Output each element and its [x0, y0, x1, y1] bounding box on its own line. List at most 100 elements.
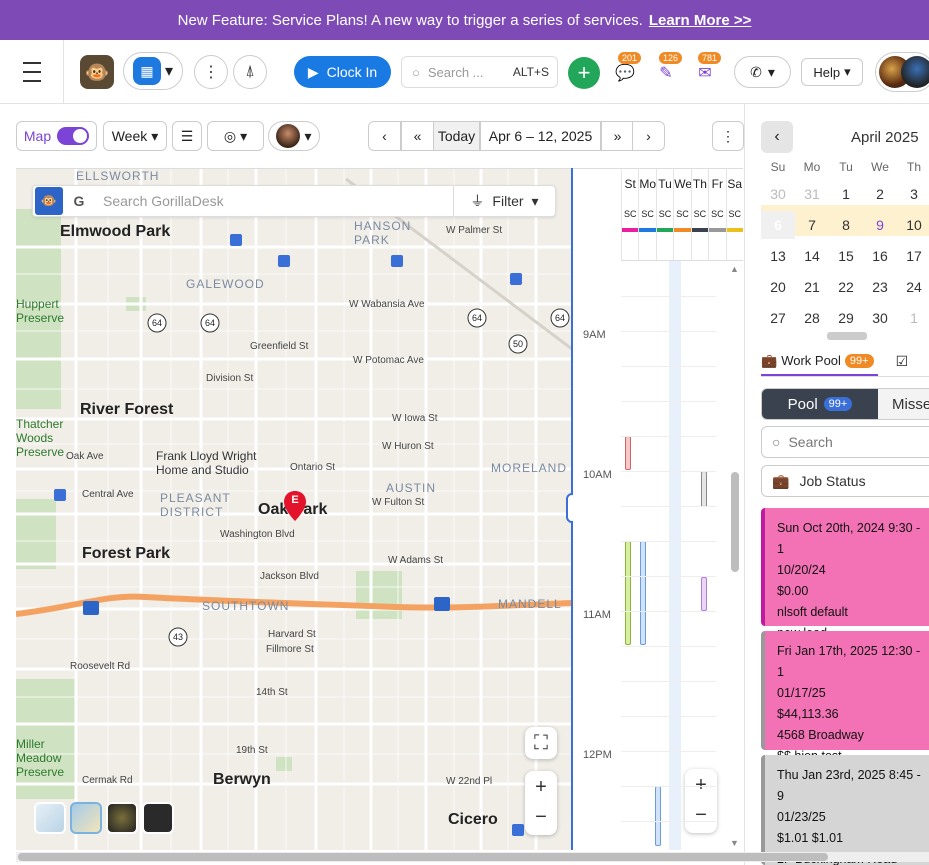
- map-zoom-control: + −: [525, 771, 557, 835]
- map-view[interactable]: 64 64 64 64 50 43 Elmwood Park River Forest Fo…: [16, 168, 572, 850]
- calendar-event[interactable]: [625, 436, 631, 470]
- job-card[interactable]: Sun Oct 20th, 2024 9:30 - 1 10/20/24 $0.…: [761, 508, 929, 640]
- clock-in-button[interactable]: ▶ Clock In: [294, 56, 391, 88]
- tab-work-pool[interactable]: 💼 Work Pool 99+: [761, 347, 878, 376]
- mini-calendar-day[interactable]: 13: [761, 248, 795, 264]
- mini-calendar-day[interactable]: 30: [863, 310, 897, 326]
- mini-calendar-day[interactable]: 30: [761, 186, 795, 202]
- view-select[interactable]: Week ▾: [103, 121, 167, 151]
- layout-icon[interactable]: ☰: [172, 121, 202, 151]
- calendar-scrollbar[interactable]: ▲ ▼: [729, 262, 741, 850]
- zoom-out-button[interactable]: −: [535, 803, 547, 835]
- mini-calendar-day[interactable]: 15: [829, 248, 863, 264]
- tasks-icon[interactable]: ✎ 126: [653, 52, 683, 88]
- calendar-day-header[interactable]: Fr SC: [708, 169, 726, 260]
- calendar-day-header[interactable]: Th SC: [690, 169, 709, 260]
- today-button[interactable]: Today: [433, 121, 480, 151]
- calendar-event[interactable]: [701, 471, 707, 507]
- map-place-label: Jackson Blvd: [260, 571, 319, 582]
- group-select[interactable]: ◎ ▾: [207, 121, 264, 151]
- next-fast-button[interactable]: »: [601, 121, 634, 151]
- mini-calendar-day[interactable]: 16: [863, 248, 897, 264]
- calendar-day-header[interactable]: St SC: [621, 169, 639, 260]
- mini-calendar-day[interactable]: 17: [897, 248, 929, 264]
- checkbox-icon[interactable]: ☑: [896, 353, 909, 370]
- rocket-icon[interactable]: ⍋: [233, 55, 267, 89]
- mini-calendar-day[interactable]: 31: [795, 186, 829, 202]
- zoom-out-button[interactable]: −: [695, 801, 707, 833]
- job-status-select[interactable]: 💼 Job Status: [761, 465, 929, 497]
- map-type-dark[interactable]: [142, 802, 174, 834]
- inbox-icon[interactable]: ✉ 781: [692, 52, 722, 88]
- mini-calendar-day[interactable]: 3: [897, 186, 929, 202]
- mini-calendar-day[interactable]: 2: [863, 186, 897, 202]
- mini-calendar-day[interactable]: 22: [829, 279, 863, 295]
- help-menu[interactable]: Help ▾: [801, 58, 863, 86]
- toggle-switch[interactable]: [57, 127, 90, 145]
- map-type-satellite[interactable]: [106, 802, 138, 834]
- drag-handle-icon[interactable]: [827, 332, 867, 340]
- map-search-bar[interactable]: 🐵 G Search GorillaDesk ⏚ Filter ▾: [32, 185, 556, 217]
- calendar-event[interactable]: [640, 541, 646, 645]
- map-toggle[interactable]: Map: [16, 121, 97, 151]
- mini-calendar-day[interactable]: 28: [795, 310, 829, 326]
- segment-pool[interactable]: Pool 99+: [762, 389, 878, 419]
- horizontal-scrollbar[interactable]: [16, 852, 929, 862]
- hamburger-menu-icon[interactable]: [20, 62, 44, 82]
- next-button[interactable]: ›: [632, 121, 665, 151]
- gorilla-logo-icon[interactable]: 🐵: [80, 55, 114, 89]
- more-options-icon[interactable]: ⋮: [194, 55, 228, 89]
- calendar-day-header[interactable]: Mo SC: [638, 169, 656, 260]
- calendar-event[interactable]: [625, 541, 631, 645]
- calendar-event[interactable]: [655, 786, 661, 846]
- date-range-label[interactable]: Apr 6 – 12, 2025: [480, 121, 601, 151]
- work-pool-search-input[interactable]: ○ Search: [761, 426, 929, 458]
- calendar-app-switcher[interactable]: ▦ ▾: [123, 52, 183, 90]
- mini-calendar-day[interactable]: 23: [863, 279, 897, 295]
- map-type-snow[interactable]: [34, 802, 66, 834]
- map-place-label: PLEASANT DISTRICT: [160, 491, 231, 519]
- mini-calendar-day[interactable]: 7: [795, 217, 829, 233]
- map-search-input[interactable]: Search GorillaDesk: [95, 193, 453, 209]
- map-place-label: W Potomac Ave: [353, 355, 424, 366]
- zoom-in-button[interactable]: +: [695, 769, 707, 801]
- mini-calendar-day[interactable]: 27: [761, 310, 795, 326]
- mini-calendar-day[interactable]: 1: [829, 186, 863, 202]
- filter-button[interactable]: ⏚ Filter ▾: [453, 186, 555, 216]
- account-avatars[interactable]: [875, 52, 929, 92]
- fullscreen-icon[interactable]: ⛶: [525, 727, 557, 759]
- mini-calendar-day[interactable]: 24: [897, 279, 929, 295]
- calendar-day-header[interactable]: We SC: [673, 169, 691, 260]
- zoom-in-button[interactable]: +: [535, 771, 547, 803]
- segment-missed[interactable]: Misse: [878, 389, 929, 419]
- job-card-amount: $1.01 $1.01: [777, 831, 844, 845]
- mini-calendar-day[interactable]: 9: [863, 217, 897, 233]
- calendar-event[interactable]: [701, 577, 707, 611]
- global-search-input[interactable]: ○ Search ... ALT+S: [401, 56, 558, 88]
- chat-icon[interactable]: 💬 201: [612, 52, 642, 88]
- mini-calendar-day[interactable]: 21: [795, 279, 829, 295]
- calendar-day-header[interactable]: Sa SC: [725, 169, 743, 260]
- mini-calendar-day[interactable]: 6: [761, 210, 795, 239]
- learn-more-link[interactable]: Learn More >>: [649, 12, 752, 29]
- map-type-default[interactable]: [70, 802, 102, 834]
- day-color-bar: [656, 228, 674, 232]
- user-select[interactable]: ▾: [268, 121, 320, 151]
- calendar-day-header[interactable]: Tu SC: [655, 169, 674, 260]
- mini-calendar-day[interactable]: 14: [795, 248, 829, 264]
- job-card[interactable]: Thu Jan 23rd, 2025 8:45 - 9 01/23/25 $1.…: [761, 755, 929, 865]
- phone-menu[interactable]: ✆ ▾: [734, 56, 791, 88]
- job-card[interactable]: Fri Jan 17th, 2025 12:30 - 1 01/17/25 $4…: [761, 631, 929, 763]
- more-options-icon[interactable]: ⋮: [712, 121, 744, 151]
- mini-calendar-day[interactable]: 20: [761, 279, 795, 295]
- chevron-left-icon[interactable]: ‹: [761, 121, 793, 153]
- mini-calendar-day[interactable]: 29: [829, 310, 863, 326]
- previous-fast-button[interactable]: «: [401, 121, 434, 151]
- mini-calendar-day[interactable]: 10: [897, 217, 929, 233]
- add-button[interactable]: +: [568, 57, 600, 89]
- map-pin[interactable]: E: [284, 491, 306, 521]
- mini-calendar-day[interactable]: 8: [829, 217, 863, 233]
- previous-button[interactable]: ‹: [368, 121, 401, 151]
- day-sub-label: SC: [693, 209, 707, 219]
- mini-calendar-day[interactable]: 1: [897, 310, 929, 326]
